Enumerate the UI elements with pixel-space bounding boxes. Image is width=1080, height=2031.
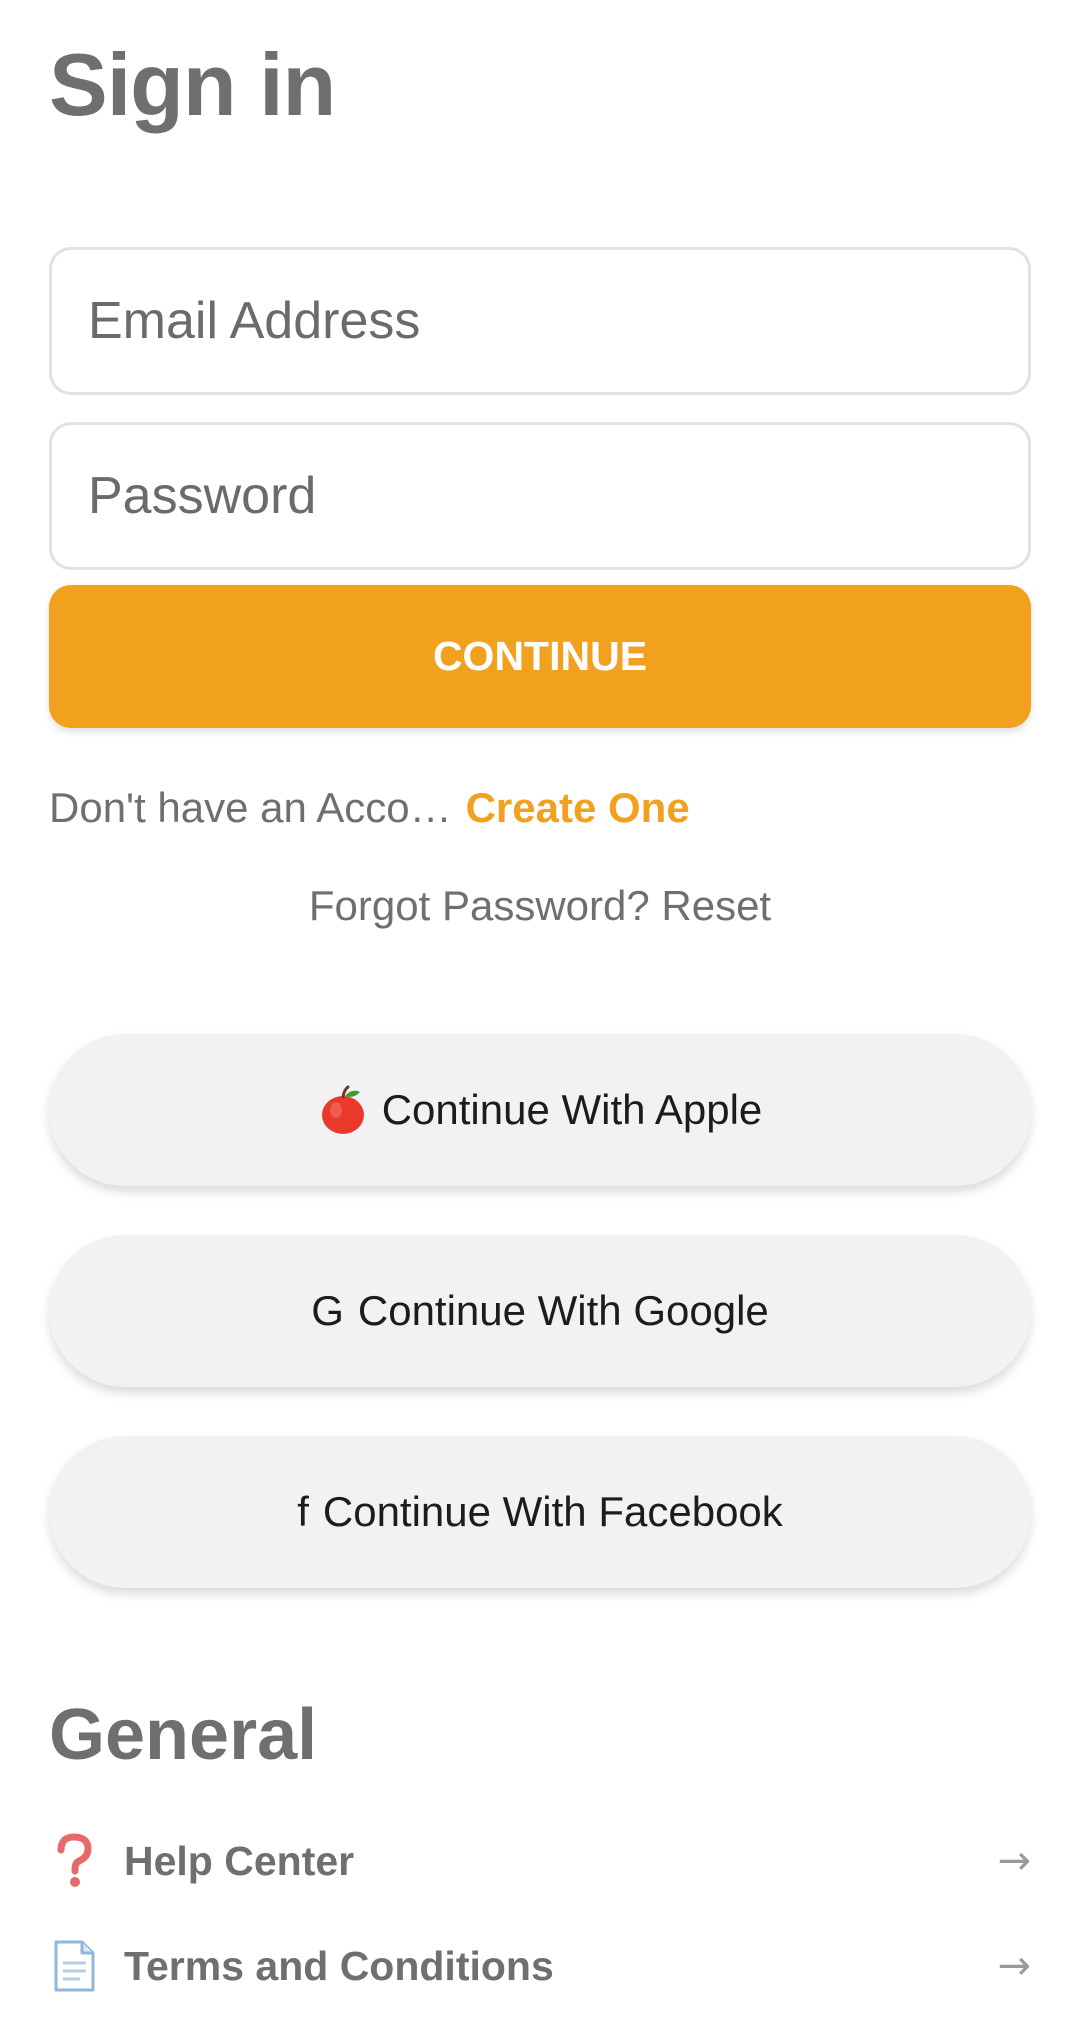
list-item-terms-and-conditions[interactable]: Terms and Conditions → (49, 1921, 1031, 2011)
help-center-label: Help Center (124, 1837, 355, 1884)
continue-with-facebook-button[interactable]: f Continue With Facebook (49, 1436, 1031, 1588)
apple-icon (318, 1084, 368, 1136)
continue-with-apple-button[interactable]: Continue With Apple (49, 1034, 1031, 1186)
google-button-label: Continue With Google (357, 1287, 769, 1334)
password-field[interactable] (49, 422, 1031, 570)
facebook-icon: f (297, 1488, 309, 1535)
email-field[interactable] (49, 247, 1031, 395)
arrow-right-icon: → (997, 1838, 1031, 1884)
question-mark-icon (49, 1831, 99, 1891)
document-icon (49, 1936, 99, 1996)
continue-button[interactable]: CONTINUE (49, 585, 1031, 728)
arrow-right-icon: → (997, 1943, 1031, 1989)
continue-with-google-button[interactable]: G Continue With Google (49, 1235, 1031, 1387)
create-account-link[interactable]: Create One (466, 784, 690, 832)
terms-label: Terms and Conditions (124, 1942, 554, 1989)
apple-button-label: Continue With Apple (381, 1086, 763, 1133)
facebook-button-label: Continue With Facebook (322, 1488, 783, 1535)
general-section-title: General (49, 1695, 318, 1775)
forgot-password-link[interactable]: Forgot Password? Reset (0, 882, 1080, 930)
create-account-row: Don't have an Acco… Create One (49, 778, 690, 838)
list-item-help-center[interactable]: Help Center → (49, 1816, 1031, 1906)
no-account-prompt: Don't have an Acco… (49, 784, 452, 831)
page-title: Sign in (49, 35, 336, 134)
google-icon: G (311, 1287, 344, 1334)
